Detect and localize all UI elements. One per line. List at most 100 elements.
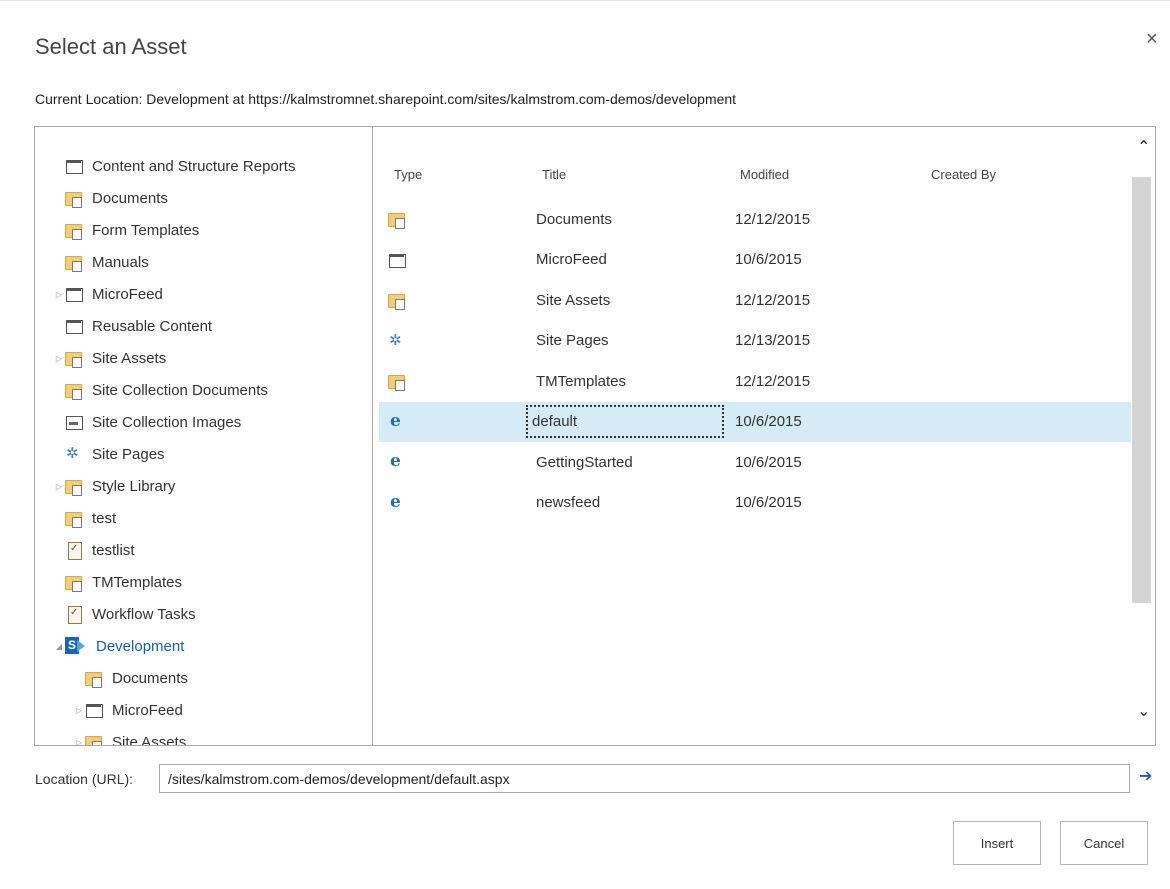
folder-icon xyxy=(65,189,83,208)
tree-item[interactable]: test xyxy=(53,505,116,531)
asset-browser: Content and Structure Reports Documents Fo… xyxy=(34,126,1156,746)
list-icon xyxy=(65,157,83,175)
row-title[interactable]: Site Pages xyxy=(536,332,609,349)
location-label: Location (URL): xyxy=(35,771,134,787)
tree-item[interactable]: Form Templates xyxy=(53,217,199,243)
tree-item[interactable]: TMTemplates xyxy=(53,569,182,595)
tree-item[interactable]: Content and Structure Reports xyxy=(53,153,295,179)
row-title[interactable]: Site Assets xyxy=(536,292,610,309)
list-row[interactable]: GettingStarted 10/6/2015 xyxy=(379,442,1131,482)
row-modified: 10/6/2015 xyxy=(735,251,802,268)
tree-item[interactable]: testlist xyxy=(53,537,135,563)
column-header-type[interactable]: Type xyxy=(394,167,422,182)
site-pages-icon xyxy=(65,444,83,463)
column-header-modified[interactable]: Modified xyxy=(740,167,789,182)
select-asset-dialog: Select an Asset × Current Location: Deve… xyxy=(0,0,1170,889)
sharepoint-icon xyxy=(65,637,87,655)
tree-item-label: Style Library xyxy=(92,477,176,495)
tree-item-label: MicroFeed xyxy=(112,701,183,719)
tree-item-label: Documents xyxy=(112,669,188,687)
aspx-page-icon xyxy=(388,411,406,431)
row-title[interactable]: Documents xyxy=(536,211,612,228)
aspx-page-icon xyxy=(388,492,406,512)
insert-button[interactable]: Insert xyxy=(953,821,1041,865)
tree-item-label: Site Pages xyxy=(92,445,165,463)
tree-item[interactable]: Site Collection Documents xyxy=(53,377,268,403)
tree-item-label: Manuals xyxy=(92,253,149,271)
list-row[interactable]: newsfeed 10/6/2015 xyxy=(379,483,1131,523)
tree-item[interactable]: ▷ Site Assets xyxy=(53,345,166,371)
folder-icon xyxy=(65,221,83,240)
cancel-button[interactable]: Cancel xyxy=(1060,821,1148,865)
folder-icon xyxy=(65,349,83,368)
task-icon xyxy=(65,541,83,560)
asset-list: Type Title Modified Created By Documents… xyxy=(374,127,1155,745)
row-title[interactable]: default xyxy=(526,405,724,438)
row-title[interactable]: GettingStarted xyxy=(536,454,633,471)
expand-arrow-icon[interactable]: ▷ xyxy=(53,354,65,363)
folder-icon xyxy=(388,372,406,391)
list-row[interactable]: Documents 12/12/2015 xyxy=(379,199,1131,239)
tree-item[interactable]: Manuals xyxy=(53,249,149,275)
expand-arrow-icon[interactable]: ▷ xyxy=(73,738,85,746)
tree-item-label: Content and Structure Reports xyxy=(92,157,296,175)
tree-item-label: Form Templates xyxy=(92,221,200,239)
site-tree: Content and Structure Reports Documents Fo… xyxy=(35,127,373,745)
tree-item-label: Site Collection Images xyxy=(92,413,242,431)
row-title[interactable]: TMTemplates xyxy=(536,373,626,390)
list-row[interactable]: Site Assets 12/12/2015 xyxy=(379,280,1131,320)
vertical-scrollbar[interactable]: ⌃ ⌄ xyxy=(1131,127,1155,745)
list-icon xyxy=(85,701,103,719)
tree-item[interactable]: ▷ MicroFeed xyxy=(73,697,183,723)
folder-icon xyxy=(388,210,406,229)
tree-item[interactable]: Reusable Content xyxy=(53,313,212,339)
tree-item-label: Reusable Content xyxy=(92,317,213,335)
row-modified: 12/12/2015 xyxy=(735,210,811,228)
list-icon xyxy=(65,317,83,335)
expand-arrow-icon[interactable]: ▷ xyxy=(73,706,85,715)
close-icon[interactable]: × xyxy=(1146,29,1158,49)
tree-item[interactable]: Site Pages xyxy=(53,441,165,467)
tree-item[interactable]: Documents xyxy=(73,665,188,691)
list-row[interactable]: default 10/6/2015 xyxy=(379,401,1131,442)
row-modified: 10/6/2015 xyxy=(735,494,802,511)
list-row[interactable]: Site Pages 12/13/2015 xyxy=(379,321,1131,361)
tree-item-label: Site Assets xyxy=(92,349,167,367)
tree-item[interactable]: ▷ MicroFeed xyxy=(53,281,163,307)
tree-item[interactable]: ◢ Development xyxy=(53,633,184,659)
folder-icon xyxy=(85,669,103,688)
tree-item[interactable]: Documents xyxy=(53,185,168,211)
tree-item[interactable]: Site Collection Images xyxy=(53,409,241,435)
tree-item-label: Site Assets xyxy=(112,733,187,746)
expand-arrow-icon[interactable]: ◢ xyxy=(53,642,65,651)
folder-icon xyxy=(65,509,83,528)
tree-item-label: Documents xyxy=(92,189,168,207)
scroll-up-icon[interactable]: ⌃ xyxy=(1137,137,1150,157)
tree-item[interactable]: Workflow Tasks xyxy=(53,601,196,627)
row-modified: 12/12/2015 xyxy=(735,372,811,390)
list-row[interactable]: TMTemplates 12/12/2015 xyxy=(379,361,1131,401)
tree-item[interactable]: ▷ Style Library xyxy=(53,473,175,499)
list-row[interactable]: MicroFeed 10/6/2015 xyxy=(379,240,1131,280)
image-icon xyxy=(65,413,83,431)
expand-arrow-icon[interactable]: ▷ xyxy=(53,290,65,299)
go-arrow-icon[interactable]: ➔ xyxy=(1139,766,1152,786)
tree-item-label: testlist xyxy=(92,541,135,559)
row-modified: 10/6/2015 xyxy=(735,413,802,430)
row-title[interactable]: MicroFeed xyxy=(536,251,607,268)
location-url-input[interactable] xyxy=(159,764,1130,793)
scroll-down-icon[interactable]: ⌄ xyxy=(1137,701,1150,721)
column-header-created-by[interactable]: Created By xyxy=(931,167,996,182)
aspx-page-icon xyxy=(388,451,406,471)
tree-item-label: Development xyxy=(96,637,185,655)
scroll-thumb[interactable] xyxy=(1132,177,1151,603)
tree-item-label: Workflow Tasks xyxy=(92,605,196,623)
folder-icon xyxy=(65,253,83,272)
row-title[interactable]: newsfeed xyxy=(536,494,600,511)
tree-item[interactable]: ▷ Site Assets xyxy=(73,729,186,745)
tree-item-label: MicroFeed xyxy=(92,285,163,303)
expand-arrow-icon[interactable]: ▷ xyxy=(53,482,65,491)
row-modified: 12/12/2015 xyxy=(735,291,811,309)
column-header-title[interactable]: Title xyxy=(542,167,566,182)
folder-icon xyxy=(65,477,83,496)
